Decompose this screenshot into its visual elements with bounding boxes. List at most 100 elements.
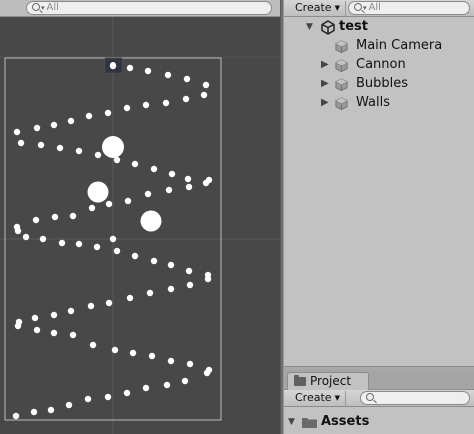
bubble-small[interactable]	[47, 406, 55, 414]
bubble-small[interactable]	[31, 314, 39, 322]
bubble-small[interactable]	[181, 377, 189, 385]
bubble-small[interactable]	[75, 147, 83, 155]
bubble-small[interactable]	[13, 128, 21, 136]
bubble-small[interactable]	[165, 186, 173, 194]
bubble-small[interactable]	[17, 139, 25, 147]
bubble-small[interactable]	[93, 243, 101, 251]
bubble-small[interactable]	[33, 326, 41, 334]
bubble-large[interactable]	[140, 210, 162, 232]
bubble-small[interactable]	[104, 393, 112, 401]
bubble-small[interactable]	[164, 71, 172, 79]
bubble-small[interactable]	[56, 144, 64, 152]
bubble-small[interactable]	[142, 384, 150, 392]
hierarchy-item-bubbles[interactable]: ▶ Bubbles	[284, 75, 474, 93]
scene-canvas[interactable]	[0, 17, 280, 434]
bubble-small[interactable]	[67, 307, 75, 315]
bubble-small[interactable]	[69, 212, 77, 220]
bubble-small[interactable]	[39, 235, 47, 243]
bubble-small[interactable]	[22, 233, 30, 241]
bubble-small[interactable]	[162, 99, 170, 107]
hierarchy-create-button[interactable]: Create ▼	[290, 1, 346, 16]
bubble-small[interactable]	[65, 401, 73, 409]
bubble-small[interactable]	[167, 357, 175, 365]
bubble-small[interactable]	[37, 141, 45, 149]
bubble-small[interactable]	[75, 240, 83, 248]
assets-row[interactable]: ▼ Assets	[284, 413, 474, 431]
bubble-small[interactable]	[186, 360, 194, 368]
scene-root-row[interactable]: ▼ test	[284, 18, 474, 36]
bubble-small[interactable]	[200, 91, 208, 99]
bubble-small[interactable]	[184, 175, 192, 183]
bubble-small[interactable]	[58, 239, 66, 247]
bubble-small[interactable]	[89, 341, 97, 349]
bubble-small[interactable]	[14, 227, 22, 235]
bubble-small[interactable]	[167, 261, 175, 269]
expand-arrow-icon[interactable]: ▶	[321, 94, 329, 112]
bubble-small[interactable]	[123, 104, 131, 112]
bubble-small[interactable]	[183, 75, 191, 83]
expand-arrow-icon[interactable]: ▼	[288, 413, 295, 431]
bubble-small[interactable]	[85, 112, 93, 120]
bubble-small[interactable]	[129, 349, 137, 357]
bubble-small[interactable]	[204, 275, 212, 283]
bubble-large[interactable]	[102, 136, 124, 158]
bubble-small[interactable]	[32, 216, 40, 224]
bubble-small[interactable]	[144, 67, 152, 75]
bubble-small[interactable]	[150, 165, 158, 173]
bubble-small[interactable]	[105, 299, 113, 307]
bubble-small[interactable]	[167, 285, 175, 293]
bubble-small[interactable]	[51, 213, 59, 221]
bubble-small[interactable]	[69, 331, 77, 339]
bubble-small[interactable]	[84, 395, 92, 403]
bubble-small[interactable]	[185, 267, 193, 275]
bubble-small[interactable]	[185, 183, 193, 191]
bubble-small[interactable]	[14, 322, 22, 330]
bubble-small[interactable]	[205, 176, 213, 184]
scene-search-input[interactable]: ▾ All	[26, 1, 272, 15]
bubble-small[interactable]	[144, 190, 152, 198]
bubble-small[interactable]	[113, 247, 121, 255]
bubble-small[interactable]	[131, 252, 139, 260]
bubble-small[interactable]	[94, 151, 102, 159]
bubble-small[interactable]	[148, 352, 156, 360]
project-search-input[interactable]	[360, 391, 470, 405]
bubble-small[interactable]	[88, 204, 96, 212]
bubble-small[interactable]	[126, 294, 134, 302]
expand-arrow-icon[interactable]: ▶	[321, 75, 329, 93]
bubble-small[interactable]	[124, 197, 132, 205]
bubble-small[interactable]	[105, 200, 113, 208]
bubble-small[interactable]	[104, 109, 112, 117]
bubble-small[interactable]	[50, 311, 58, 319]
project-create-button[interactable]: Create ▼	[290, 391, 346, 406]
hierarchy-search-input[interactable]: ▾ All	[348, 1, 470, 15]
expand-arrow-icon[interactable]: ▼	[306, 18, 313, 36]
bubble-small[interactable]	[182, 95, 190, 103]
bubble-small[interactable]	[123, 389, 131, 397]
bubble-small[interactable]	[150, 257, 158, 265]
bubble-small[interactable]	[111, 346, 119, 354]
scene-view[interactable]: ▾ All	[0, 0, 280, 434]
bubble-small[interactable]	[126, 64, 134, 72]
tab-project[interactable]: Project	[287, 372, 369, 390]
cannon-pivot[interactable]	[110, 62, 116, 68]
hierarchy-item-walls[interactable]: ▶ Walls	[284, 94, 474, 112]
bubble-large[interactable]	[87, 181, 109, 203]
bubble-small[interactable]	[202, 81, 210, 89]
hierarchy-item-main-camera[interactable]: Main Camera	[284, 37, 474, 55]
hierarchy-item-cannon[interactable]: ▶ Cannon	[284, 56, 474, 74]
bubble-small[interactable]	[67, 117, 75, 125]
bubble-small[interactable]	[168, 170, 176, 178]
bubble-small[interactable]	[30, 408, 38, 416]
bubble-small[interactable]	[131, 160, 139, 168]
bubble-small[interactable]	[12, 412, 20, 420]
bubble-small[interactable]	[50, 329, 58, 337]
bubble-small[interactable]	[146, 289, 154, 297]
bubble-small[interactable]	[109, 235, 117, 243]
bubble-small[interactable]	[163, 381, 171, 389]
bubble-small[interactable]	[87, 302, 95, 310]
bubble-small[interactable]	[186, 281, 194, 289]
bubble-small[interactable]	[203, 369, 211, 377]
bubble-small[interactable]	[33, 124, 41, 132]
bubble-small[interactable]	[50, 121, 58, 129]
bubble-small[interactable]	[142, 101, 150, 109]
